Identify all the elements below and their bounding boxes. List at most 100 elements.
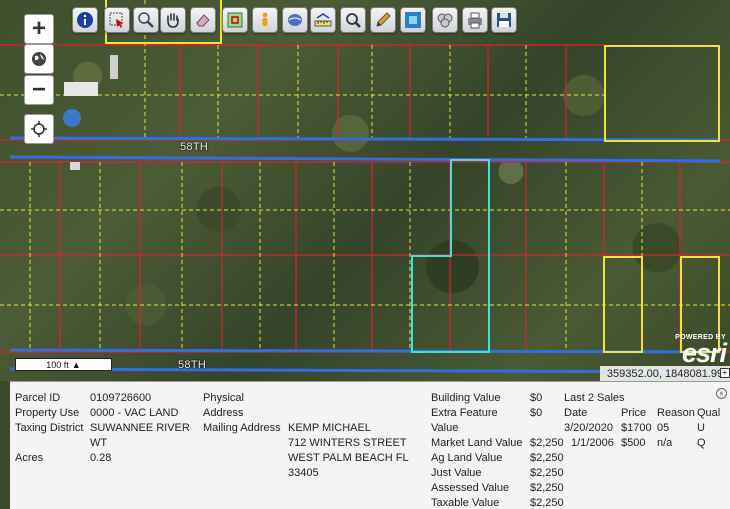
sale-row-1-reason: 05 <box>657 422 670 434</box>
crosshair-icon <box>31 121 47 137</box>
expand-icon[interactable]: + <box>720 368 730 378</box>
mailing-line-1: KEMP MICHAEL <box>288 422 371 434</box>
save-button[interactable] <box>491 7 517 33</box>
taxing-district-label: Taxing District <box>15 422 84 434</box>
save-icon <box>497 13 511 27</box>
mailing-line-3: WEST PALM BEACH FL <box>288 452 409 464</box>
physical-label-1: Physical <box>203 392 244 404</box>
ag-land-value: $2,250 <box>530 452 564 464</box>
globe-button[interactable] <box>24 44 54 74</box>
print-icon <box>468 12 482 29</box>
market-land-value: $2,250 <box>530 437 564 449</box>
locate-button[interactable] <box>24 114 54 144</box>
parcel-id-value: 0109726600 <box>90 392 152 404</box>
measure-button[interactable] <box>310 7 336 33</box>
assessed-value-label: Assessed Value <box>431 482 510 494</box>
physical-label-2: Address <box>203 407 244 419</box>
select-area-icon <box>227 12 243 28</box>
sales-title: Last 2 Sales <box>564 392 625 404</box>
layers-icon <box>288 14 302 26</box>
mailing-line-4: 33405 <box>288 467 319 479</box>
esri-wordmark: esri <box>681 338 727 368</box>
zoom-to-icon <box>138 12 154 28</box>
zoom-in-button[interactable]: + <box>24 14 54 44</box>
taxable-value-label: Taxable Value <box>431 497 500 509</box>
property-use-label: Property Use <box>15 407 80 419</box>
eraser-button[interactable] <box>190 7 216 33</box>
building-value-label: Building Value <box>431 392 501 404</box>
ag-land-label: Ag Land Value <box>431 452 503 464</box>
scale-label: 100 ft <box>46 359 69 370</box>
acres-value: 0.28 <box>90 452 112 464</box>
sale-row-2-qual: Q <box>697 437 706 449</box>
road-label-south: 58TH <box>178 359 207 371</box>
select-parcel-button[interactable] <box>104 7 130 33</box>
eraser-icon <box>196 14 210 27</box>
identify-button[interactable] <box>72 7 98 33</box>
sale-row-2-reason: n/a <box>657 437 673 449</box>
zoom-in-label: + <box>31 15 46 42</box>
identify-icon <box>77 12 93 28</box>
pan-hand-icon <box>167 13 179 28</box>
scale-bar: 100 ft ▲ <box>15 358 112 371</box>
mailing-line-2: 712 WINTERS STREET <box>288 437 407 449</box>
just-value: $2,250 <box>530 467 564 479</box>
layers-button[interactable] <box>282 7 308 33</box>
coordinate-value: 359352.00, 1848081.99 <box>606 367 724 380</box>
parcel-overlay <box>0 0 730 374</box>
sale-row-2-date: 1/1/2006 <box>571 437 614 449</box>
sales-header-qual: Qual <box>697 407 721 419</box>
globe-icon <box>32 52 46 66</box>
structures <box>63 55 118 170</box>
street-view-button[interactable] <box>252 7 278 33</box>
buffer-icon <box>437 13 453 28</box>
draw-pencil-icon <box>376 12 391 27</box>
lot-lines <box>0 0 730 352</box>
zoom-out-label: − <box>31 76 46 103</box>
sale-row-2-price: $500 <box>621 437 646 449</box>
taxing-district-value-2: WT <box>90 437 108 449</box>
extra-feature-label-1: Extra Feature <box>431 407 498 419</box>
full-extent-icon <box>405 12 421 28</box>
esri-logo: POWERED BY esri <box>664 334 730 368</box>
sales-header-price: Price <box>621 407 647 419</box>
map-view[interactable]: + − 58TH 58TH 100 ft ▲ POWERED BY esri 3… <box>0 0 730 381</box>
map-edge <box>0 381 10 509</box>
triangle-up-icon: ▲ <box>71 359 81 370</box>
coordinate-readout: 359352.00, 1848081.99 <box>600 366 730 381</box>
pan-button[interactable] <box>160 7 186 33</box>
zoom-out-button[interactable]: − <box>24 75 54 105</box>
sale-row-1-price: $1700 <box>621 422 652 434</box>
taxing-district-value-1: SUWANNEE RIVER <box>90 422 190 434</box>
parcel-info-panel: × Parcel ID 0109726600 Property Use 0000… <box>10 381 730 509</box>
parcel-lines <box>0 44 730 353</box>
draw-button[interactable] <box>370 7 396 33</box>
mailing-address-label: Mailing Address <box>203 422 281 434</box>
sales-header-reason: Reason <box>657 407 695 419</box>
assessed-value: $2,250 <box>530 482 564 494</box>
full-extent-button[interactable] <box>400 7 426 33</box>
zoom-to-button[interactable] <box>133 7 159 33</box>
select-area-button[interactable] <box>222 7 248 33</box>
market-land-label: Market Land Value <box>431 437 523 449</box>
measure-icon <box>314 13 332 27</box>
taxable-value: $2,250 <box>530 497 564 509</box>
road-label-north: 58TH <box>180 141 209 153</box>
close-icon: × <box>719 389 724 398</box>
buffer-button[interactable] <box>432 7 458 33</box>
close-button[interactable]: × <box>716 388 727 399</box>
search-icon <box>346 13 361 28</box>
extra-feature-value: $0 <box>530 407 543 419</box>
sale-row-1-date: 3/20/2020 <box>564 422 613 434</box>
just-value-label: Just Value <box>431 467 482 479</box>
extra-feature-label-2: Value <box>431 422 459 434</box>
street-view-icon <box>262 12 268 26</box>
print-button[interactable] <box>462 7 488 33</box>
parcel-id-label: Parcel ID <box>15 392 61 404</box>
property-use-value: 0000 - VAC LAND <box>90 407 179 419</box>
select-parcel-icon <box>109 12 123 28</box>
sale-row-1-qual: U <box>697 422 705 434</box>
sales-header-date: Date <box>564 407 588 419</box>
search-button[interactable] <box>340 7 366 33</box>
building-value: $0 <box>530 392 543 404</box>
